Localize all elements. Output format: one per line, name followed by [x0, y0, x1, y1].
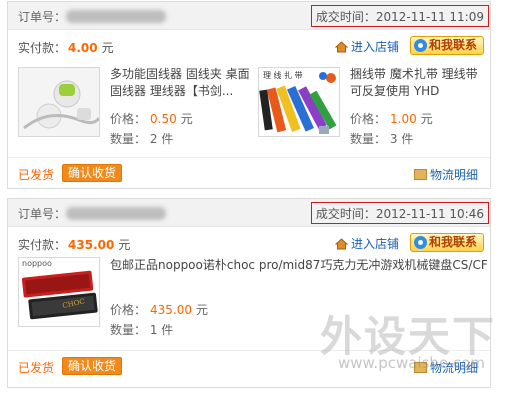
paid-currency: 元	[118, 238, 131, 252]
product-name-link[interactable]: 包邮正品noppoo诺朴choc pro/mid87巧克力无冲游戏机械键盘CS/…	[110, 257, 490, 274]
price-currency: 元	[420, 112, 433, 126]
store-icon	[335, 238, 348, 250]
price-row: 价格： 435.00 元	[110, 301, 208, 318]
order-number-redacted	[66, 207, 166, 220]
confirm-receipt-button[interactable]: 确认收货	[62, 357, 122, 375]
order-number-label: 订单号：	[18, 207, 67, 221]
price-row: 价格： 0.50 元	[110, 110, 193, 127]
order-status: 已发货	[18, 361, 55, 375]
price-value: 435.00	[150, 303, 193, 317]
watermark-url: www.pcwaishe.com	[338, 354, 485, 372]
order-number-redacted	[66, 10, 166, 23]
enter-store-link[interactable]: 进入店铺	[335, 38, 399, 55]
product-thumbnail[interactable]: 理 线 扎 带	[258, 67, 340, 137]
enter-store-label: 进入店铺	[351, 40, 400, 54]
divider	[8, 157, 490, 158]
thumbnail-caption: noppoo	[22, 259, 52, 268]
logistics-label: 物流明细	[430, 168, 479, 182]
store-icon	[335, 41, 348, 53]
price-label: 价格：	[110, 112, 147, 126]
thumbnail-caption: 理 线 扎 带	[263, 71, 303, 80]
quantity: 数量： 3 件	[350, 132, 414, 146]
paid-label: 实付款：	[18, 41, 67, 55]
price-currency: 元	[180, 112, 193, 126]
package-icon	[414, 169, 427, 180]
price-value: 0.50	[150, 112, 177, 126]
price-value: 1.00	[390, 112, 417, 126]
deal-time: 成交时间：2012-11-11 10:46	[310, 202, 489, 224]
enter-store-label: 进入店铺	[351, 237, 400, 251]
quantity: 数量： 1 件	[110, 323, 174, 337]
keyboard-image: CHOC	[19, 258, 99, 326]
order-status: 已发货	[18, 168, 55, 182]
paid-amount: 4.00	[68, 41, 98, 55]
paid-label: 实付款：	[18, 238, 67, 252]
order-number-label: 订单号：	[18, 10, 67, 24]
order-card: 订单号： 成交时间：2012-11-11 11:09 实付款： 4.00 元 进入店…	[7, 1, 491, 189]
paid-currency: 元	[101, 41, 114, 55]
logistics-detail-link[interactable]: 物流明细	[414, 166, 478, 183]
paid-amount-row: 实付款： 4.00 元	[18, 39, 114, 56]
price-label: 价格：	[110, 303, 147, 317]
order-header: 订单号： 成交时间：2012-11-11 10:46	[8, 199, 490, 227]
deal-time: 成交时间：2012-11-11 11:09	[310, 5, 489, 27]
product-thumbnail[interactable]: CHOC noppoo	[18, 257, 100, 327]
cable-clip-image	[19, 68, 99, 136]
chat-icon	[414, 39, 427, 52]
contact-seller-button[interactable]: 和我联系	[410, 233, 485, 252]
price-row: 价格： 1.00 元	[350, 110, 433, 127]
paid-amount: 435.00	[68, 238, 115, 252]
paid-amount-row: 实付款： 435.00 元	[18, 236, 130, 253]
contact-seller-button[interactable]: 和我联系	[410, 36, 485, 55]
enter-store-link[interactable]: 进入店铺	[335, 235, 399, 252]
product-name-link[interactable]: 捆线带 魔术扎带 理线带 可反复使用 YHD	[350, 66, 488, 100]
product-name-link[interactable]: 多功能固线器 固线夹 桌面固线器 理线器【书剑...	[110, 66, 255, 100]
confirm-receipt-button[interactable]: 确认收货	[62, 164, 122, 182]
price-label: 价格：	[350, 112, 387, 126]
contact-label: 和我联系	[429, 235, 478, 249]
contact-label: 和我联系	[429, 38, 478, 52]
product-thumbnail[interactable]	[18, 67, 100, 137]
price-currency: 元	[196, 303, 209, 317]
chat-icon	[414, 236, 427, 249]
quantity: 数量： 2 件	[110, 132, 174, 146]
order-header: 订单号： 成交时间：2012-11-11 11:09	[8, 2, 490, 30]
